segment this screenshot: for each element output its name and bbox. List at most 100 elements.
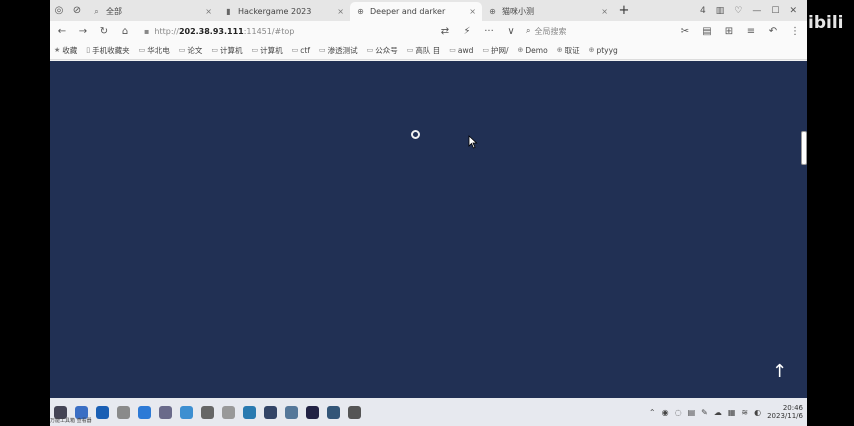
tab-close-icon[interactable]: × — [469, 7, 476, 16]
tab-hackergame[interactable]: ▮ Hackergame 2023 × — [218, 2, 350, 21]
page-content[interactable]: ↑ — [50, 61, 807, 398]
tab-deeper-and-darker[interactable]: ⊕ Deeper and darker × — [350, 2, 482, 21]
folder-icon: ▭ — [406, 46, 414, 54]
app6-icon[interactable] — [159, 405, 172, 419]
screenshot-icon[interactable]: ✂ — [679, 26, 691, 37]
globe-icon: ⊕ — [517, 46, 524, 54]
app10-icon[interactable] — [243, 405, 256, 419]
app8-icon[interactable] — [201, 405, 214, 419]
bookmark-folder[interactable]: ▭ 高队 目 — [407, 45, 441, 56]
bookmark-site[interactable]: ⊕ ptyyg — [589, 46, 618, 55]
collections-icon[interactable]: ▥ — [716, 6, 725, 16]
maximize-icon[interactable]: ☐ — [771, 6, 779, 16]
mouse-cursor-icon — [468, 135, 478, 149]
tray-app-icon[interactable]: ▤ — [688, 408, 696, 417]
bookmark-folder[interactable]: ▭ 计算机 — [252, 45, 283, 56]
bookmark-folder[interactable]: ▭ 护网/ — [482, 45, 508, 56]
bookmark-folder[interactable]: ▭ 华北电 — [139, 45, 170, 56]
bookmark-folder[interactable]: ▭ 渗透测试 — [319, 45, 358, 56]
wifi-icon[interactable]: ≋ — [741, 408, 748, 417]
globe-icon: ⊕ — [588, 46, 595, 54]
bookmark-folder[interactable]: ▭ 论文 — [179, 45, 203, 56]
bookmark-favorites[interactable]: ★ 收藏 — [54, 45, 77, 56]
tray-keyboard-icon[interactable]: ▦ — [728, 408, 736, 417]
taskbar-note: 万能工具箱 查看器 — [50, 418, 92, 424]
search-icon: ⌕ — [526, 26, 531, 35]
chevron-down-icon[interactable]: ∨ — [505, 26, 517, 37]
clock-time: 20:46 — [782, 404, 803, 412]
bookmark-label: 计算机 — [220, 45, 243, 55]
bookmark-label: Demo — [525, 45, 548, 55]
tab-close-icon[interactable]: × — [601, 7, 608, 16]
app7-icon[interactable] — [180, 405, 193, 419]
scrollbar-thumb[interactable] — [801, 131, 807, 165]
app11-icon[interactable] — [264, 405, 277, 419]
kebab-menu-icon[interactable]: ⋮ — [789, 26, 801, 37]
menu-icon[interactable]: ≡ — [745, 26, 757, 37]
bookmark-site[interactable]: ⊕ 取证 — [557, 45, 580, 56]
app15-icon[interactable] — [348, 405, 361, 419]
back-to-top-button[interactable]: ↑ — [772, 361, 787, 382]
app13-icon[interactable] — [306, 405, 319, 419]
home-icon[interactable]: ⌂ — [119, 26, 131, 37]
undo-icon[interactable]: ↶ — [767, 26, 779, 37]
bookmark-mobile[interactable]: ▯ 手机收藏夹 — [86, 45, 129, 56]
tray-app-icon[interactable]: ◉ — [662, 408, 669, 417]
tab-strip: ◎ ⊘ ⌕ 全部 × ▮ Hackergame 2023 × ⊕ Deeper … — [50, 0, 807, 21]
browser-account-icon[interactable]: ⊘ — [68, 0, 86, 21]
app5-icon[interactable] — [138, 405, 151, 419]
minimize-icon[interactable]: — — [752, 6, 761, 16]
bookmark-label: 渗透测试 — [327, 45, 358, 55]
search-box[interactable]: ⌕ 全局搜索 — [526, 26, 656, 37]
tab-close-icon[interactable]: × — [337, 7, 344, 16]
new-tab-button[interactable]: + — [614, 2, 634, 21]
back-icon[interactable]: ← — [56, 26, 68, 37]
reload-icon[interactable]: ↻ — [98, 26, 110, 37]
reading-icon[interactable]: ▤ — [701, 26, 713, 37]
volume-icon[interactable]: ◐ — [754, 408, 761, 417]
url-host: 202.38.93.111 — [178, 26, 244, 36]
search-placeholder: 全局搜索 — [534, 26, 567, 36]
bookmark-label: 护网/ — [491, 45, 509, 55]
tab-cat-quiz[interactable]: ⊕ 猫咪小测 × — [482, 2, 614, 21]
bookmark-folder[interactable]: ▭ 公众号 — [367, 45, 398, 56]
tab-count-icon[interactable]: 4 — [700, 6, 706, 16]
bookmark-folder[interactable]: ▭ ctf — [292, 46, 310, 55]
toolbar-right-icons: ✂ ▤ ⊞ ≡ ↶ ⋮ — [679, 26, 801, 37]
favorites-icon[interactable]: ♡ — [734, 6, 742, 16]
bookmark-label: 高队 目 — [415, 45, 441, 55]
close-window-icon[interactable]: ✕ — [789, 6, 797, 16]
search-icon: ⌕ — [94, 7, 99, 16]
app14-icon[interactable] — [327, 405, 340, 419]
tab-search[interactable]: ⌕ 全部 × — [86, 2, 218, 21]
star-icon: ★ — [54, 46, 61, 54]
url-scheme: http:// — [154, 26, 179, 36]
bookmark-site[interactable]: ⊕ Demo — [518, 46, 548, 55]
folder-icon: ▭ — [178, 46, 186, 54]
browser-logo-icon[interactable]: ◎ — [50, 0, 68, 21]
more-icon[interactable]: ··· — [483, 26, 495, 37]
app4-icon[interactable] — [117, 405, 130, 419]
bolt-icon[interactable]: ⚡ — [461, 26, 473, 37]
apps-icon[interactable]: ⊞ — [723, 26, 735, 37]
bookmark-folder[interactable]: ▭ 计算机 — [211, 45, 242, 56]
bookmark-folder[interactable]: ▭ awd — [449, 46, 473, 55]
tray-pen-icon[interactable]: ✎ — [701, 408, 708, 417]
tab-label: Deeper and darker — [370, 7, 446, 16]
forward-icon[interactable]: → — [77, 26, 89, 37]
globe-icon: ⊕ — [556, 46, 563, 54]
tab-close-icon[interactable]: × — [205, 7, 212, 16]
address-bar[interactable]: ▪ http://202.38.93.111:11451/#top — [140, 23, 430, 39]
translate-icon[interactable]: ⇄ — [439, 26, 451, 37]
app12-icon[interactable] — [285, 405, 298, 419]
phone-icon: ▯ — [86, 46, 91, 54]
tray-app-icon[interactable]: ◌ — [675, 408, 682, 417]
bookmark-label: 计算机 — [260, 45, 283, 55]
app9-icon[interactable] — [222, 405, 235, 419]
clock[interactable]: 20:46 2023/11/6 — [767, 404, 803, 420]
tray-cloud-icon[interactable]: ☁ — [714, 408, 722, 417]
bookmark-label: awd — [457, 45, 474, 55]
app3-icon[interactable] — [96, 405, 109, 419]
tray-expand-icon[interactable]: ⌃ — [649, 408, 656, 417]
site-info-icon[interactable]: ▪ — [144, 27, 149, 36]
